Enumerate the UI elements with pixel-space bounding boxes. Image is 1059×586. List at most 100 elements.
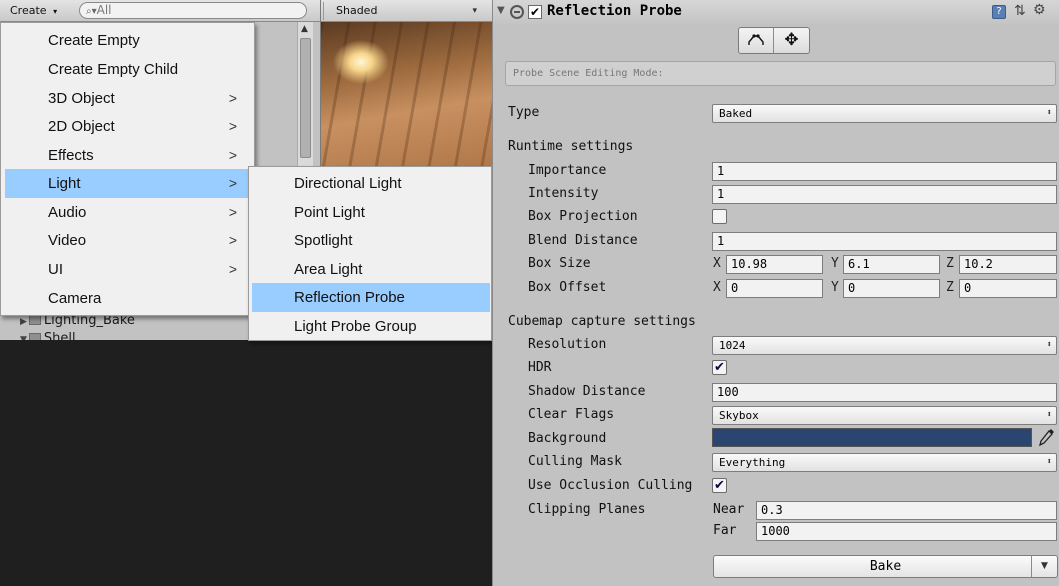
box-size-label: Box Size — [528, 256, 591, 271]
box-projection-checkbox[interactable] — [712, 209, 727, 224]
menu-item-label: Effects — [48, 147, 94, 164]
axis-z-label: Z — [946, 256, 954, 271]
scrollbar-thumb[interactable] — [300, 38, 311, 158]
edit-bounds-button[interactable] — [739, 28, 774, 53]
dropdown-arrow-icon: ⬍ — [1046, 410, 1052, 420]
clipping-planes-label: Clipping Planes — [528, 502, 646, 517]
menu-item-create-empty-child[interactable]: Create Empty Child — [5, 55, 251, 84]
gameobject-icon — [28, 333, 41, 340]
bake-label: Bake — [869, 559, 902, 574]
importance-field[interactable]: 1 — [712, 162, 1057, 181]
clear-flags-label: Clear Flags — [528, 407, 615, 422]
chevron-right-icon: > — [228, 261, 237, 277]
axis-x-label: X — [713, 256, 721, 271]
bake-button[interactable]: Bake — [713, 555, 1058, 578]
dropdown-arrow-icon: ⬍ — [1046, 108, 1052, 118]
blend-distance-field[interactable]: 1 — [712, 232, 1057, 251]
expand-arrow-icon[interactable]: ▶ — [20, 317, 27, 327]
create-dropdown-button[interactable]: Create ▾ — [4, 2, 63, 20]
dropdown-arrow-icon: ⬍ — [1046, 457, 1052, 467]
submenu-item-area-light[interactable]: Area Light — [252, 255, 490, 284]
chevron-right-icon: > — [228, 147, 237, 163]
near-clip-field[interactable]: 0.3 — [756, 501, 1057, 520]
chevron-right-icon: > — [228, 204, 237, 220]
menu-item-ui[interactable]: UI > — [5, 255, 251, 284]
box-projection-label: Box Projection — [528, 209, 638, 224]
box-size-x-field[interactable]: 10.98 — [726, 255, 823, 274]
box-offset-x-field[interactable]: 0 — [726, 279, 823, 298]
box-offset-z-field[interactable]: 0 — [959, 279, 1057, 298]
menu-item-label: Camera — [48, 290, 102, 307]
gear-icon[interactable]: ⚙ — [1033, 2, 1046, 18]
intensity-label: Intensity — [528, 186, 599, 201]
scene-viewport[interactable] — [321, 22, 492, 168]
menu-item-create-empty[interactable]: Create Empty — [5, 26, 251, 55]
menu-item-3d-object[interactable]: 3D Object > — [5, 84, 251, 113]
preset-icon[interactable]: ⇅ — [1014, 3, 1026, 19]
component-enabled-checkbox[interactable]: ✔ — [528, 5, 542, 19]
edit-mode-toolbar: ✥ — [738, 27, 810, 54]
menu-item-label: 2D Object — [48, 118, 115, 135]
hierarchy-search-input[interactable]: ⌕▾All — [79, 2, 307, 19]
menu-item-2d-object[interactable]: 2D Object > — [5, 112, 251, 141]
shading-mode-dropdown[interactable]: Shaded ▾ — [323, 2, 479, 20]
hdr-checkbox[interactable]: ✔ — [712, 360, 727, 375]
menu-item-label: Create Empty — [48, 32, 140, 49]
submenu-item-label: Point Light — [294, 204, 365, 221]
axis-x-label: X — [713, 280, 721, 295]
probe-scene-editing-mode: Probe Scene Editing Mode: — [505, 61, 1056, 86]
collapse-arrow-icon[interactable]: ▼ — [20, 335, 27, 340]
menu-item-light[interactable]: Light > — [5, 169, 251, 198]
submenu-item-label: Area Light — [294, 261, 363, 278]
search-placeholder: All — [96, 3, 112, 17]
submenu-item-label: Directional Light — [294, 175, 402, 192]
submenu-item-directional-light[interactable]: Directional Light — [252, 169, 490, 198]
type-label: Type — [508, 105, 540, 120]
blend-distance-label: Blend Distance — [528, 233, 638, 248]
box-offset-y-field[interactable]: 0 — [843, 279, 940, 298]
bake-options-dropdown[interactable]: ▼ — [1031, 556, 1057, 577]
eyedropper-icon[interactable] — [1037, 427, 1055, 447]
scroll-up-icon[interactable]: ▲ — [301, 24, 308, 34]
chevron-right-icon: > — [228, 90, 237, 106]
culling-mask-label: Culling Mask — [528, 454, 622, 469]
edit-bounds-icon — [748, 34, 764, 45]
background-color-swatch[interactable] — [712, 428, 1032, 447]
move-origin-button[interactable]: ✥ — [774, 28, 809, 53]
occlusion-culling-checkbox[interactable]: ✔ — [712, 478, 727, 493]
box-size-z-field[interactable]: 10.2 — [959, 255, 1057, 274]
inspector-panel: ▼ ✔ Reflection Probe ? ⇅ ⚙ ✥ Probe Scene… — [492, 0, 1059, 586]
box-size-y-field[interactable]: 6.1 — [843, 255, 940, 274]
create-label: Create — [10, 4, 47, 17]
collapse-arrow-icon[interactable]: ▼ — [497, 5, 505, 16]
intensity-field[interactable]: 1 — [712, 185, 1057, 204]
component-title: Reflection Probe — [547, 3, 682, 19]
submenu-item-point-light[interactable]: Point Light — [252, 198, 490, 227]
create-menu: Create Empty Create Empty Child 3D Objec… — [0, 22, 255, 316]
gameobject-icon — [28, 315, 41, 325]
chevron-right-icon: > — [228, 175, 237, 191]
background-label: Background — [528, 431, 607, 446]
menu-item-effects[interactable]: Effects > — [5, 141, 251, 170]
shadow-distance-field[interactable]: 100 — [712, 383, 1057, 402]
shadow-distance-label: Shadow Distance — [528, 384, 646, 399]
submenu-item-spotlight[interactable]: Spotlight — [252, 226, 490, 255]
menu-item-label: Light — [48, 175, 81, 192]
help-icon[interactable]: ? — [992, 5, 1006, 19]
menu-item-label: UI — [48, 261, 63, 278]
culling-mask-dropdown[interactable]: Everything ⬍ — [712, 453, 1057, 472]
menu-item-audio[interactable]: Audio > — [5, 198, 251, 227]
far-clip-field[interactable]: 1000 — [756, 522, 1057, 541]
resolution-label: Resolution — [528, 337, 607, 352]
hierarchy-item[interactable]: ▼ Shell — [20, 331, 76, 340]
menu-item-video[interactable]: Video > — [5, 226, 251, 255]
component-header[interactable]: ▼ ✔ Reflection Probe ? ⇅ ⚙ — [493, 0, 1059, 24]
resolution-dropdown[interactable]: 1024 ⬍ — [712, 336, 1057, 355]
menu-item-camera[interactable]: Camera — [5, 284, 251, 313]
submenu-item-light-probe-group[interactable]: Light Probe Group — [252, 312, 490, 341]
clear-flags-dropdown[interactable]: Skybox ⬍ — [712, 406, 1057, 425]
type-dropdown[interactable]: Baked ⬍ — [712, 104, 1057, 123]
submenu-item-reflection-probe[interactable]: Reflection Probe — [252, 283, 490, 312]
submenu-item-label: Light Probe Group — [294, 318, 417, 335]
chevron-right-icon: > — [228, 232, 237, 248]
